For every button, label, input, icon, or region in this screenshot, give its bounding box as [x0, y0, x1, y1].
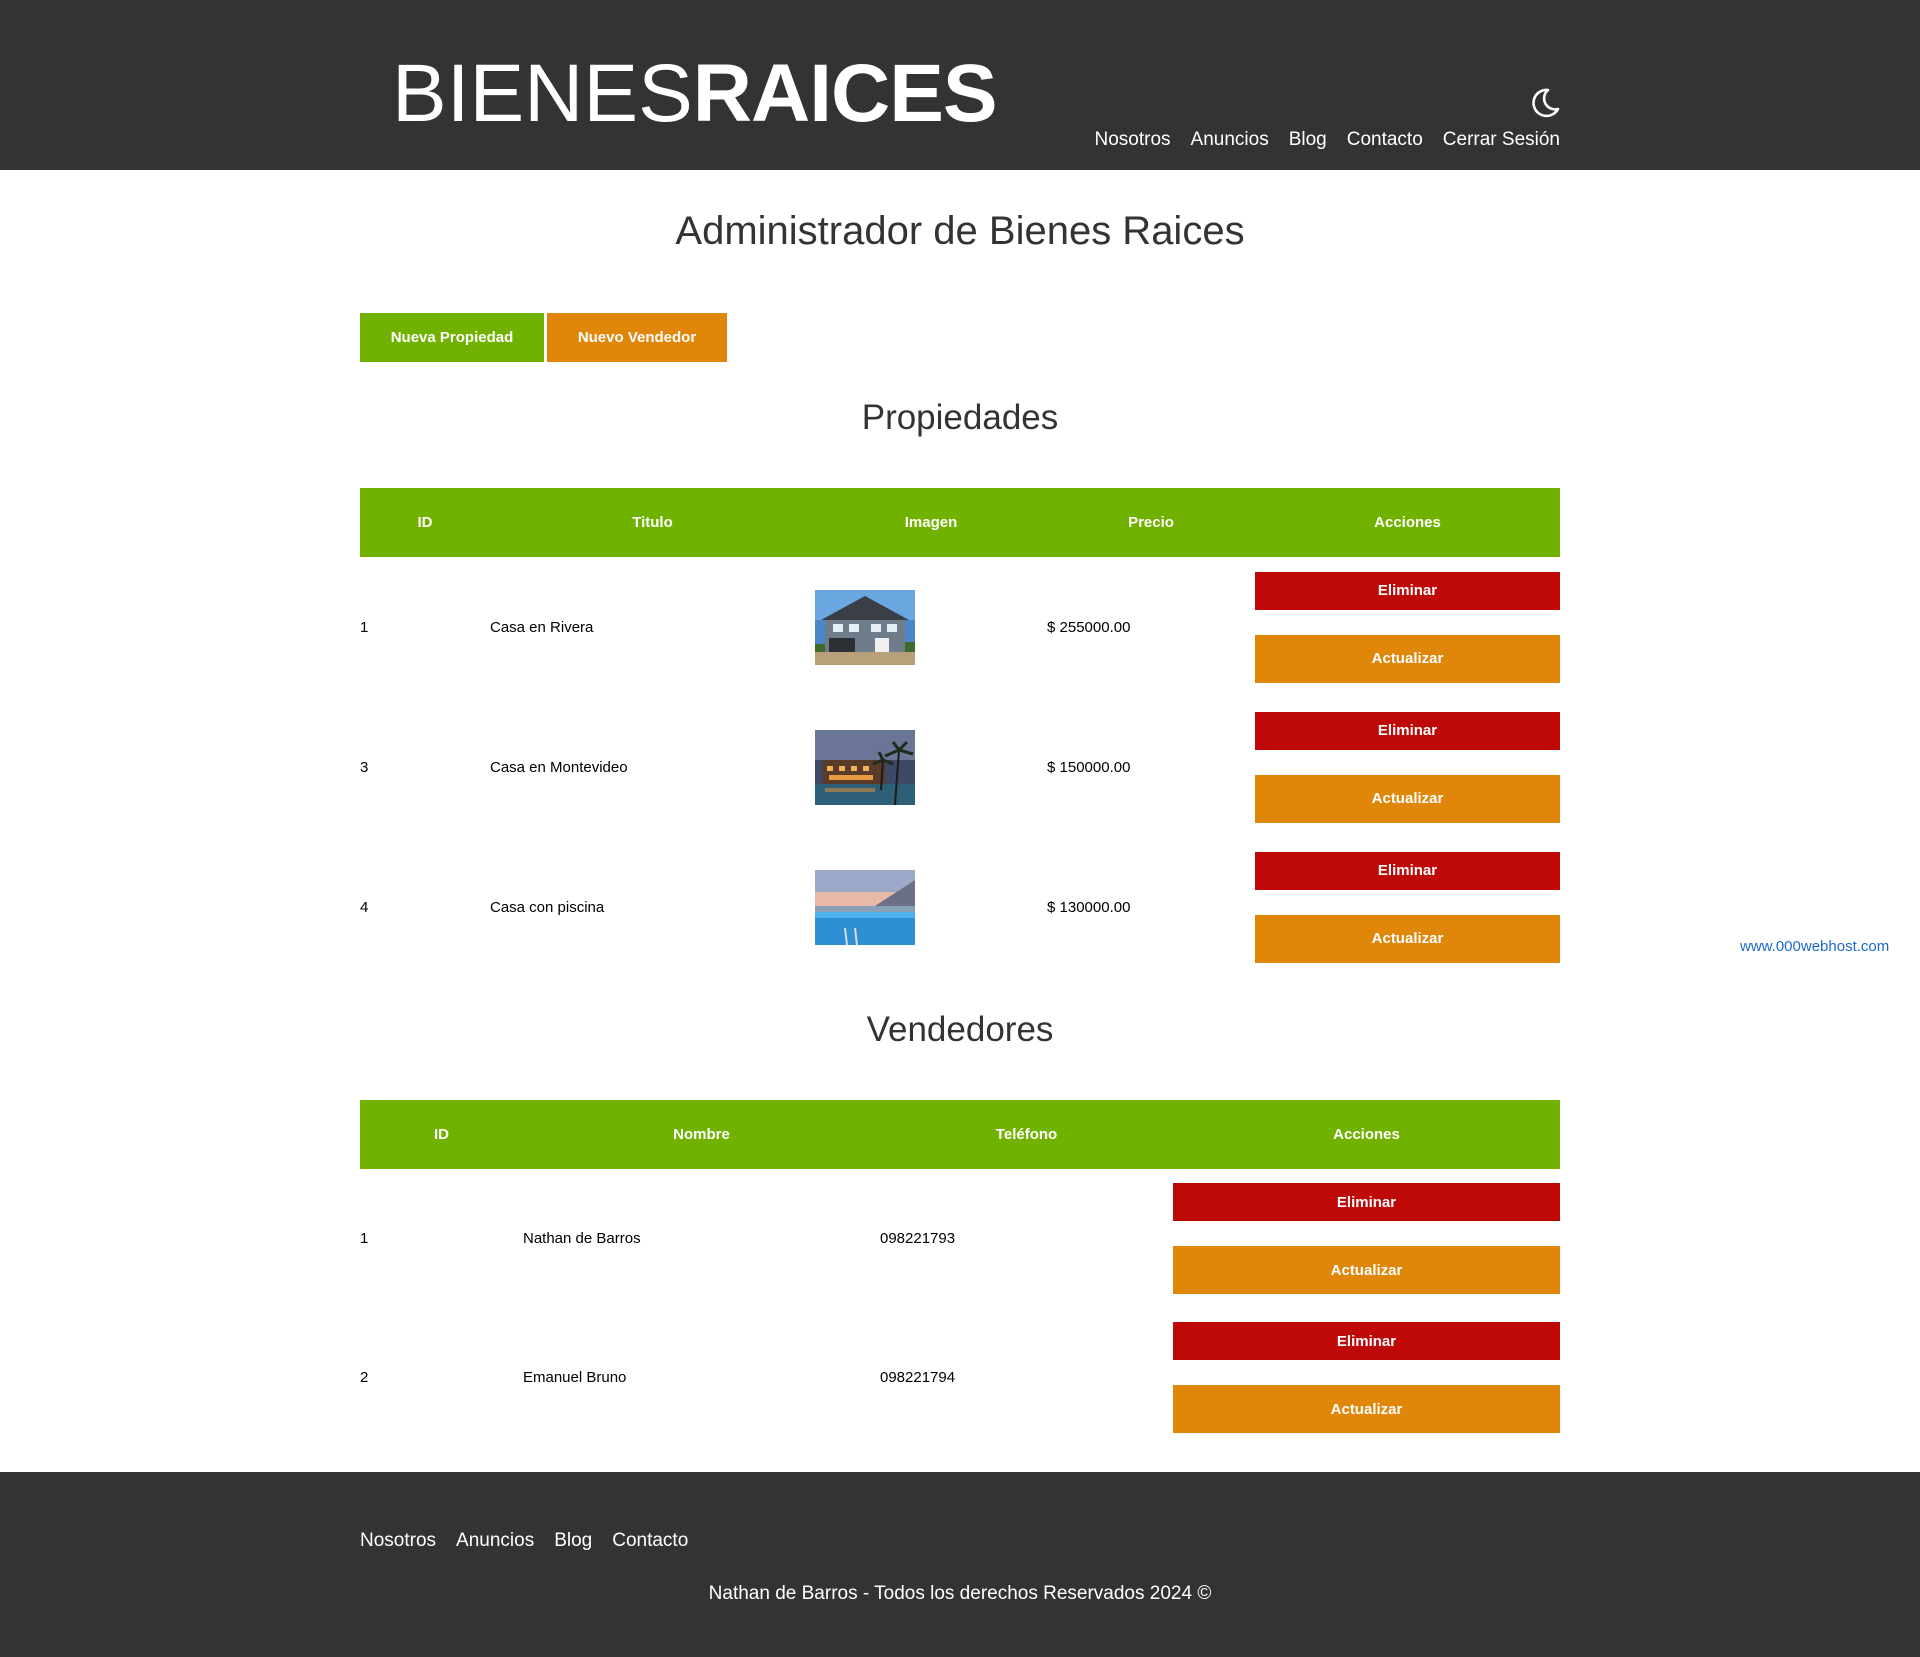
nav-link-cerrar-sesion[interactable]: Cerrar Sesión — [1443, 128, 1560, 152]
col-header-nombre: Nombre — [673, 1126, 730, 1143]
new-property-button[interactable]: Nueva Propiedad — [360, 313, 544, 362]
pool-photo — [815, 869, 915, 945]
property-actions: Eliminar Actualizar — [1255, 557, 1560, 697]
col-header-id: ID — [417, 514, 433, 531]
update-button[interactable]: Actualizar — [1255, 774, 1560, 823]
nav-link-contacto[interactable]: Contacto — [1347, 128, 1423, 152]
property-title: Casa con piscina — [490, 898, 605, 916]
footer-link-contacto[interactable]: Contacto — [612, 1529, 688, 1553]
seller-id: 2 — [360, 1369, 369, 1386]
col-header-id: ID — [434, 1126, 449, 1143]
property-image-cell — [815, 557, 1047, 697]
properties-header-row: ID Titulo Imagen Precio Acciones — [360, 488, 1560, 557]
site-footer: Nosotros Anuncios Blog Contacto Nathan d… — [0, 1472, 1920, 1657]
new-seller-button[interactable]: Nuevo Vendedor — [547, 313, 727, 362]
property-price: $ 130000.00 — [1047, 898, 1131, 916]
moon-icon[interactable] — [1529, 87, 1561, 119]
col-header-telefono: Teléfono — [995, 1126, 1058, 1143]
update-button[interactable]: Actualizar — [1173, 1246, 1560, 1294]
col-header-precio: Precio — [1128, 514, 1174, 531]
sellers-header-row: ID Nombre Teléfono Acciones — [360, 1100, 1560, 1169]
property-id: 3 — [360, 758, 369, 776]
main-nav: Nosotros Anuncios Blog Contacto Cerrar S… — [1095, 128, 1561, 152]
property-image-cell — [815, 837, 1047, 977]
property-image-cell — [815, 697, 1047, 837]
logo-light-text: BIENES — [392, 48, 693, 139]
property-title: Casa en Rivera — [490, 618, 594, 636]
seller-actions: Eliminar Actualizar — [1173, 1169, 1560, 1308]
property-actions: Eliminar Actualizar — [1255, 837, 1560, 977]
col-header-imagen: Imagen — [904, 514, 958, 531]
seller-phone: 098221794 — [880, 1369, 956, 1386]
sellers-title: Vendedores — [866, 1010, 1054, 1049]
update-button[interactable]: Actualizar — [1255, 914, 1560, 963]
property-id: 1 — [360, 618, 369, 636]
property-price: $ 255000.00 — [1047, 618, 1131, 636]
action-buttons: Nueva Propiedad Nuevo Vendedor — [360, 313, 727, 362]
seller-phone: 098221793 — [880, 1230, 956, 1247]
sellers-table: ID Nombre Teléfono Acciones 1 Nathan de … — [360, 1100, 1560, 1447]
nav-link-nosotros[interactable]: Nosotros — [1095, 128, 1171, 152]
footer-link-blog[interactable]: Blog — [554, 1529, 592, 1553]
nav-link-blog[interactable]: Blog — [1289, 128, 1327, 152]
footer-link-nosotros[interactable]: Nosotros — [360, 1529, 436, 1553]
seller-name: Nathan de Barros — [523, 1230, 641, 1247]
house-photo — [815, 589, 915, 665]
delete-button[interactable]: Eliminar — [1255, 571, 1560, 610]
webhost-link[interactable]: www.000webhost.com — [1740, 938, 1889, 955]
table-row: 2 Emanuel Bruno 098221794 Eliminar Actua… — [360, 1308, 1560, 1447]
site-logo[interactable]: BIENESRAICES — [392, 48, 998, 140]
seller-id: 1 — [360, 1230, 369, 1247]
nav-link-anuncios[interactable]: Anuncios — [1191, 128, 1269, 152]
delete-button[interactable]: Eliminar — [1255, 711, 1560, 750]
update-button[interactable]: Actualizar — [1173, 1385, 1560, 1433]
property-actions: Eliminar Actualizar — [1255, 697, 1560, 837]
delete-button[interactable]: Eliminar — [1255, 851, 1560, 890]
copyright-text: Nathan de Barros - Todos los derechos Re… — [708, 1583, 1212, 1604]
table-row: 4 Casa con piscina $ 130000.00 Eliminar … — [360, 837, 1560, 977]
seller-name: Emanuel Bruno — [523, 1369, 627, 1386]
property-title: Casa en Montevideo — [490, 758, 628, 776]
table-row: 3 Casa en Montevideo $ 150000.00 Elimina… — [360, 697, 1560, 837]
page-title: Administrador de Bienes Raices — [675, 209, 1245, 253]
resort-photo — [815, 729, 915, 805]
col-header-acciones: Acciones — [1333, 1126, 1400, 1143]
delete-button[interactable]: Eliminar — [1173, 1322, 1560, 1360]
seller-actions: Eliminar Actualizar — [1173, 1308, 1560, 1447]
property-price: $ 150000.00 — [1047, 758, 1131, 776]
col-header-titulo: Titulo — [632, 514, 673, 531]
update-button[interactable]: Actualizar — [1255, 634, 1560, 683]
properties-title: Propiedades — [861, 398, 1059, 437]
delete-button[interactable]: Eliminar — [1173, 1183, 1560, 1221]
site-header: BIENESRAICES Nosotros Anuncios Blog Cont… — [0, 0, 1920, 170]
logo-bold-text: RAICES — [692, 48, 998, 139]
properties-table: ID Titulo Imagen Precio Acciones 1 Casa … — [360, 488, 1560, 977]
table-row: 1 Casa en Rivera $ 255000.00 Eliminar Ac… — [360, 557, 1560, 697]
property-id: 4 — [360, 898, 369, 916]
footer-link-anuncios[interactable]: Anuncios — [456, 1529, 534, 1553]
footer-nav: Nosotros Anuncios Blog Contacto — [360, 1529, 688, 1553]
table-row: 1 Nathan de Barros 098221793 Eliminar Ac… — [360, 1169, 1560, 1308]
col-header-acciones: Acciones — [1374, 514, 1441, 531]
